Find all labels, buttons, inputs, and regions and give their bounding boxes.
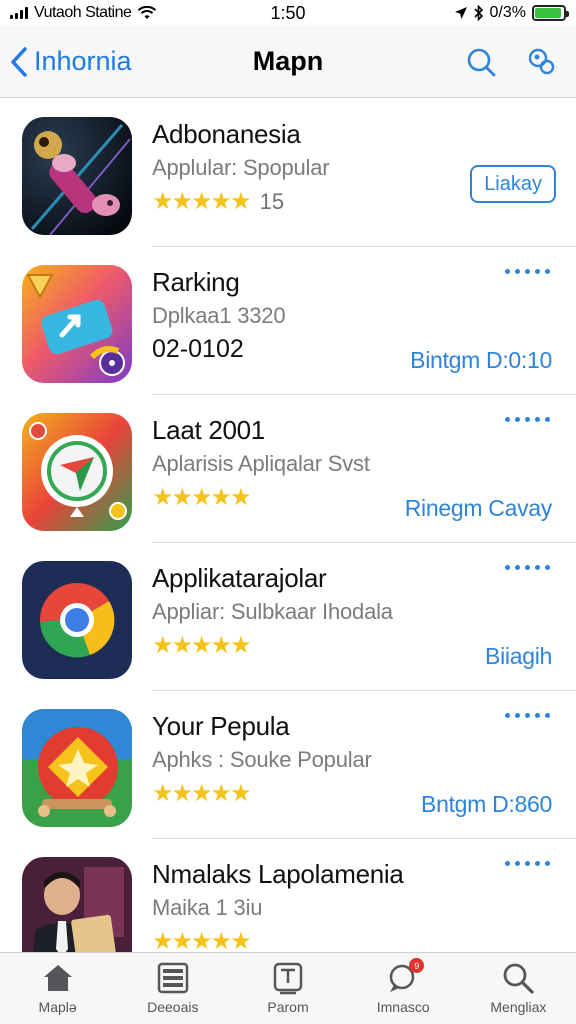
app-rating: ★★★★★ 15 [152, 187, 284, 216]
rating-stars: ★★★★★ [152, 928, 252, 952]
app-rating: ★★★★★ [152, 927, 252, 952]
app-subtitle: Maika 1 3iu [152, 895, 263, 920]
more-button[interactable] [505, 565, 550, 570]
app-icon-puzzle [22, 709, 132, 827]
list-item[interactable]: Rarking Dplkaa1 3320 02-0102 Bintgm D:0:… [0, 247, 576, 395]
tab-label: Imnasco [376, 999, 430, 1015]
navigation-bar: Inhornia Mapn [0, 26, 576, 98]
chevron-left-icon [11, 46, 27, 77]
row-action-link[interactable]: Bntgm D:860 [421, 791, 552, 818]
status-bar: Vutaoh Statine 1:50 0/3% [0, 0, 576, 26]
more-button[interactable] [505, 269, 550, 274]
app-name: Adbonanesia [152, 119, 301, 149]
app-rating: ★★★★★ [152, 631, 252, 660]
app-rating: ★★★★★ [152, 779, 252, 808]
row-action-link[interactable]: Biiagih [485, 643, 552, 670]
wifi-icon [138, 6, 157, 19]
app-rating: ★★★★★ [152, 483, 252, 512]
app-subtitle: Aplarisis Apliqalar Svst [152, 451, 370, 476]
app-icon-maps [22, 413, 132, 531]
message-icon: 9 [386, 958, 425, 995]
app-icon-browser [22, 561, 132, 679]
rating-stars: ★★★★★ [152, 484, 252, 511]
list-item[interactable]: Your Pepula Aphks : Souke Popular ★★★★★ … [0, 691, 576, 839]
list-item[interactable]: Applikatarajolar Appliar: Sulbkaar Ihoda… [0, 543, 576, 691]
app-icon-ticket [22, 265, 132, 383]
app-name: Your Pepula [152, 711, 290, 741]
app-name: Applikatarajolar [152, 563, 327, 593]
app-list: Adbonanesia Applular: Spopular ★★★★★ 15 … [0, 99, 576, 952]
battery-icon [532, 5, 569, 21]
tab-details[interactable]: Deeoais [115, 953, 230, 1024]
row-action-link[interactable]: Rinegm Cavay [405, 495, 553, 522]
account-button[interactable] [524, 45, 558, 79]
more-button[interactable] [505, 713, 550, 718]
rating-stars: ★★★★★ [152, 632, 252, 659]
search-button[interactable] [464, 45, 498, 79]
battery-level [535, 8, 561, 18]
more-button[interactable] [505, 417, 550, 422]
tab-label: Mengliax [490, 999, 547, 1015]
account-icon [528, 48, 555, 74]
tab-bar: Maplə Deeoais Parom 9 Imnasco Mengliax [0, 952, 576, 1024]
rating-stars: ★★★★★ [152, 780, 252, 807]
tab-home[interactable]: Maplə [0, 953, 115, 1024]
app-subtitle: Aphks : Souke Popular [152, 747, 372, 772]
back-button[interactable]: Inhornia [0, 46, 200, 77]
battery-percent: 0/3% [489, 4, 526, 21]
signal-icon [10, 7, 28, 19]
app-icon-person [22, 857, 132, 952]
app-date: 02-0102 [152, 335, 244, 364]
row-action-link[interactable]: Bintgm D:0:10 [410, 347, 552, 374]
tab-updates[interactable]: Parom [230, 953, 345, 1024]
carrier-name: Vutaoh Statine [34, 4, 132, 21]
app-store-screen: Vutaoh Statine 1:50 0/3% Inhornia Mapn A… [0, 0, 576, 1024]
tab-label: Deeoais [147, 999, 199, 1015]
list-item[interactable]: Nmalaks Lapolamenia Maika 1 3iu ★★★★★ [0, 839, 576, 952]
rating-count: 15 [259, 188, 285, 214]
app-subtitle: Applular: Spopular [152, 155, 330, 180]
list-item[interactable]: Laat 2001 Aplarisis Apliqalar Svst ★★★★★… [0, 395, 576, 543]
status-right: 0/3% [454, 4, 569, 22]
home-icon [41, 961, 75, 995]
app-name: Rarking [152, 267, 240, 297]
more-button[interactable] [505, 861, 550, 866]
status-left: Vutaoh Statine [10, 4, 210, 22]
tab-label: Maplə [38, 999, 77, 1015]
update-icon [271, 961, 305, 995]
location-arrow-icon [454, 7, 467, 19]
tab-label: Parom [267, 999, 309, 1015]
tab-messages[interactable]: 9 Imnasco [346, 953, 461, 1024]
search-icon [501, 961, 535, 995]
rating-stars: ★★★★★ [152, 188, 252, 215]
app-subtitle: Dplkaa1 3320 [152, 303, 286, 328]
tab-search[interactable]: Mengliax [461, 953, 576, 1024]
bluetooth-icon [473, 5, 483, 21]
app-subtitle: Appliar: Sulbkaar Ihodala [152, 599, 393, 624]
search-icon [467, 48, 496, 76]
notification-badge: 9 [409, 958, 425, 973]
app-icon-game [22, 117, 132, 235]
back-label: Inhornia [34, 46, 132, 76]
nav-actions [464, 45, 576, 79]
list-icon [156, 961, 190, 995]
app-name: Nmalaks Lapolamenia [152, 859, 404, 889]
release-date: 02-0102 [152, 335, 244, 363]
get-button[interactable]: Liakay [470, 165, 556, 203]
app-name: Laat 2001 [152, 415, 265, 445]
list-item[interactable]: Adbonanesia Applular: Spopular ★★★★★ 15 … [0, 99, 576, 247]
